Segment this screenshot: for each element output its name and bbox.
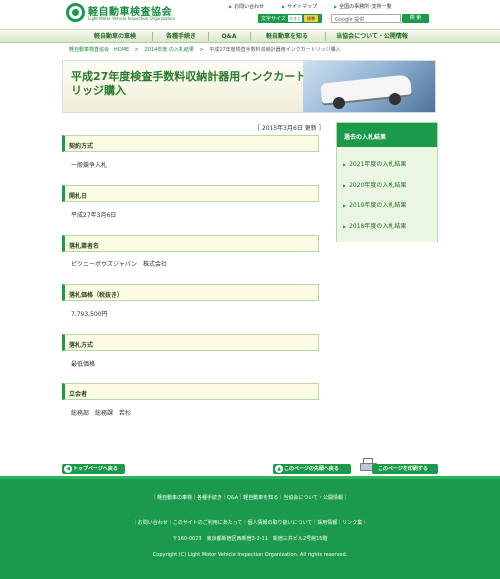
section-value-winning-bidder: ピツニーボウズジャパン 株式会社 (71, 261, 168, 268)
section-value-witness: 総務部 総務課 若杉 (71, 410, 132, 417)
sidebar-item-2020[interactable]: 2020年度の入札結果 (343, 180, 406, 189)
sidebar-list: 2021年度の入札結果 2020年度の入札結果 2019年度の入札結果 2018… (337, 147, 437, 242)
nav-divider (152, 32, 153, 41)
global-nav: 軽自動車の車検 各種手続き Q&A 軽自動車を知る 当協会について・公開情報 (0, 29, 500, 43)
footer-address: 〒160-0023 東京都新宿区西新宿3-2-11 新宿三井ビル2号館15階 (172, 536, 328, 542)
site-header: 軽自動車検査協会 Light Motor Vehicle Inspection … (0, 0, 500, 28)
arrow-up-icon: ▲ (275, 465, 283, 473)
breadcrumb: 軽自動車検査協会 HOME > 2014年度 の入札結果 > 平成27年度検査手… (69, 46, 345, 53)
section-heading-award-method: 落札方式 (62, 334, 319, 351)
sitemap-link[interactable]: サイトマップ (282, 3, 317, 10)
section-value-contract-method: 一般競争入札 (71, 162, 108, 169)
section-heading-opening-date: 開札日 (62, 185, 319, 202)
font-size-label: 文字サイズ (261, 16, 286, 22)
sidebar-item-2018[interactable]: 2018年度の入札結果 (343, 221, 406, 230)
nav-divider (250, 32, 251, 41)
section-heading-winning-price: 落札価格（税抜き） (62, 284, 319, 301)
section-heading-winning-bidder: 落札業者名 (62, 235, 319, 252)
sidebar-item-2021[interactable]: 2021年度の入札結果 (343, 159, 406, 168)
back-to-top-label: トップページへ戻る (73, 466, 118, 472)
nav-item-organization[interactable]: 当協会について・公開情報 (328, 30, 416, 43)
breadcrumb-current: 平成27年度検査手数料収納計器用インクカートリッジ購入 (209, 47, 341, 53)
arrow-left-icon: ◀ (64, 465, 72, 473)
font-size-control: 文字サイズ 大きく 標準 (258, 14, 322, 23)
site-footer: ｜軽自動車の車検｜各種手続き｜Q&A｜軽自動車を知る｜当協会について・公開情報｜… (0, 476, 500, 579)
nav-item-procedures[interactable]: 各種手続き (155, 30, 207, 43)
sidebar-title: 過去の入札結果 (337, 123, 437, 147)
page-hero: 平成27年度検査手数料収納計器用インクカートリッジ購入 (62, 60, 436, 113)
search-button[interactable]: 検 索 (402, 14, 429, 23)
breadcrumb-home[interactable]: 軽自動車検査協会 HOME (69, 47, 129, 53)
breadcrumb-separator: > (134, 47, 139, 53)
font-large-button[interactable]: 大きく (288, 15, 302, 22)
update-date: ［ 2015年3月6日 更新 ］ (254, 125, 325, 132)
sidebar-item-2019[interactable]: 2019年度の入札結果 (343, 200, 406, 209)
logo-subtext: Light Motor Vehicle Inspection Organizat… (88, 16, 176, 21)
print-page-button[interactable]: このページを印刷する (372, 464, 438, 474)
section-heading-witness: 立会者 (62, 383, 319, 400)
footer-copyright: Copyright (C) Light Motor Vehicle Inspec… (152, 552, 348, 558)
nav-item-inspection[interactable]: 軽自動車の車検 (80, 30, 150, 43)
hero-truck-image (303, 61, 435, 112)
back-to-head-label: このページの先頭へ戻る (284, 466, 339, 472)
footer-nav-links[interactable]: ｜軽自動車の車検｜各種手続き｜Q&A｜軽自動車を知る｜当協会について・公開情報｜ (0, 494, 500, 501)
back-to-head-button[interactable]: ▲ このページの先頭へ戻る (273, 464, 351, 474)
section-value-award-method: 最低価格 (71, 361, 96, 368)
font-standard-button[interactable]: 標準 (304, 15, 318, 22)
nav-divider (208, 32, 209, 41)
contact-link[interactable]: お問い合わせ (229, 3, 264, 10)
site-logo[interactable]: 軽自動車検査協会 Light Motor Vehicle Inspection … (66, 3, 176, 23)
nav-item-about-kei[interactable]: 軽自動車を知る (252, 30, 322, 43)
footer-util-links[interactable]: ｜お問い合わせ｜このサイトのご利用にあたって｜個人情報の取り扱いについて｜採用情… (0, 519, 500, 526)
breadcrumb-separator: > (199, 47, 204, 53)
section-heading-contract-method: 契約方式 (62, 135, 319, 152)
nav-item-qa[interactable]: Q&A (210, 30, 248, 43)
section-value-winning-price: 7,793,500円 (71, 311, 108, 318)
breadcrumb-parent[interactable]: 2014年度 の入札結果 (145, 47, 194, 53)
search-input[interactable]: Google 提供 (331, 14, 401, 23)
logo-mark-icon (66, 3, 85, 22)
past-results-sidebar: 過去の入札結果 2021年度の入札結果 2020年度の入札結果 2019年度の入… (336, 122, 438, 242)
offices-link[interactable]: 全国の事務所･支所一覧 (334, 3, 392, 10)
back-to-top-button[interactable]: ◀ トップページへ戻る (62, 464, 125, 474)
section-value-opening-date: 平成27年3月6日 (71, 212, 117, 219)
nav-divider (325, 32, 326, 41)
page-title: 平成27年度検査手数料収納計器用インクカートリッジ購入 (71, 70, 307, 97)
